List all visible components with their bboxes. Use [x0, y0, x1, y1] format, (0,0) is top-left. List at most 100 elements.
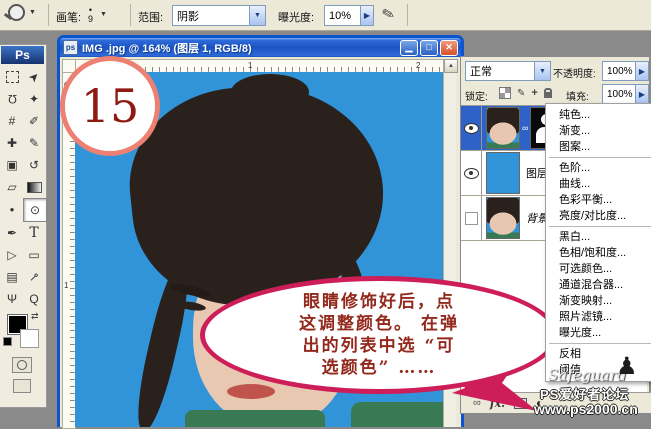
quick-mask-button[interactable] — [12, 357, 32, 373]
brush-size: 9 — [88, 15, 93, 24]
document-titlebar[interactable]: ps IMG .jpg @ 164% (图层 1, RGB/8) ▁ □ ✕ — [60, 38, 461, 57]
close-button[interactable]: ✕ — [440, 40, 458, 56]
tool-preset-button[interactable]: ▼ — [8, 4, 36, 21]
clone-stamp-tool[interactable]: ▣ — [1, 154, 23, 176]
range-select[interactable]: 阴影 ▼ — [172, 5, 266, 26]
menu-item-gradient-map[interactable]: 渐变映射... — [546, 293, 651, 309]
divider — [130, 4, 131, 26]
menu-item-pattern[interactable]: 图案... — [546, 139, 651, 155]
clone-stamp-icon: ▣ — [6, 158, 17, 172]
notes-icon: ▤ — [6, 270, 17, 284]
move-tool[interactable]: ➤ — [23, 66, 45, 88]
add-mask-icon[interactable] — [514, 398, 527, 409]
menu-item-photo-filter[interactable]: 照片滤镜... — [546, 309, 651, 325]
tutorial-speech-bubble: 眼睛修饰好后，点 这调整颜色。 在弹 出的列表中选 “可 选颜色” …… — [200, 276, 558, 394]
lock-paint-icon[interactable]: ✎ — [517, 88, 525, 99]
quick-mask-icon — [17, 360, 27, 370]
shape-tool[interactable]: ▭ — [23, 244, 45, 266]
options-bar: ▼ 画笔: • 9 ▼ 范围: 阴影 ▼ 曝光度: 10% ▶ ✎ — [0, 0, 651, 31]
ruler-number: 1 — [64, 281, 68, 290]
layer-thumbnail[interactable] — [486, 107, 520, 149]
menu-item-solid-color[interactable]: 纯色... — [546, 107, 651, 123]
lock-buttons: ✎ + — [499, 85, 552, 101]
brush-label: 画笔: — [56, 9, 81, 25]
menu-item-exposure[interactable]: 曝光度... — [546, 325, 651, 341]
blur-tool[interactable]: ● — [1, 198, 23, 220]
brush-icon: ✎ — [29, 136, 39, 150]
eraser-icon: ▱ — [7, 180, 16, 194]
lasso-tool[interactable]: Ω — [1, 88, 23, 110]
brush-tool[interactable]: ✎ — [23, 132, 45, 154]
dodge-icon: ⊙ — [30, 203, 40, 217]
watermark-brand: Safeguard — [548, 366, 627, 384]
visibility-cell[interactable] — [461, 196, 482, 240]
fill-value: 100% — [603, 89, 635, 100]
visibility-cell[interactable] — [461, 106, 482, 150]
healing-brush-tool[interactable]: ✚ — [1, 132, 23, 154]
airbrush-icon[interactable]: ✎ — [380, 4, 397, 25]
visibility-cell[interactable] — [461, 151, 482, 195]
swap-colors-icon[interactable]: ⇄ — [31, 311, 39, 322]
menu-item-levels[interactable]: 色阶... — [546, 160, 651, 176]
magic-wand-tool[interactable]: ✦ — [23, 88, 45, 110]
menu-separator — [549, 157, 651, 158]
pen-icon: ✒ — [7, 226, 17, 240]
menu-item-curves[interactable]: 曲线... — [546, 176, 651, 192]
layer-style-icon[interactable]: fx. — [490, 397, 505, 410]
menu-item-black-white[interactable]: 黑白... — [546, 229, 651, 245]
blend-mode-select[interactable]: 正常 ▼ — [465, 61, 551, 81]
minimize-button[interactable]: ▁ — [400, 40, 418, 56]
bubble-text-line: 出的列表中选 “可 — [303, 335, 456, 357]
step-number-badge: 15 — [60, 56, 160, 156]
background-color-swatch[interactable] — [20, 329, 39, 348]
opacity-field[interactable]: 100% ▶ — [602, 61, 649, 81]
layer-thumbnail[interactable] — [486, 152, 520, 194]
toolbox: Ps ➤ Ω ✦ # ✐ ✚ ✎ ▣ ↺ ▱ ● ⊙ ✒ T ▷ ▭ ▤ ⊸ Ψ… — [0, 44, 47, 408]
menu-item-gradient[interactable]: 渐变... — [546, 123, 651, 139]
fill-field[interactable]: 100% ▶ — [602, 84, 649, 104]
document-icon: ps — [63, 40, 78, 55]
rectangular-marquee-tool[interactable] — [1, 66, 23, 88]
menu-item-selective-color[interactable]: 可选颜色... — [546, 261, 651, 277]
lock-position-icon[interactable]: + — [531, 87, 537, 99]
maximize-button[interactable]: □ — [420, 40, 438, 56]
notes-tool[interactable]: ▤ — [1, 266, 23, 288]
chevron-down-icon: ▼ — [534, 62, 550, 80]
spinner-arrow-icon: ▶ — [635, 85, 648, 103]
history-brush-tool[interactable]: ↺ — [23, 154, 45, 176]
menu-item-color-balance[interactable]: 色彩平衡... — [546, 192, 651, 208]
link-layers-icon[interactable]: ∞ — [473, 397, 481, 409]
lock-transparency-icon[interactable] — [499, 87, 511, 99]
gradient-tool[interactable] — [23, 176, 45, 198]
menu-item-channel-mixer[interactable]: 通道混合器... — [546, 277, 651, 293]
divider — [48, 4, 49, 26]
menu-separator — [549, 343, 651, 344]
pen-tool[interactable]: ✒ — [1, 222, 23, 244]
type-tool[interactable]: T — [23, 222, 45, 244]
adjustment-layer-menu: 纯色... 渐变... 图案... 色阶... 曲线... 色彩平衡... 亮度… — [545, 103, 651, 382]
crop-tool[interactable]: # — [1, 110, 23, 132]
hand-tool[interactable]: Ψ — [1, 288, 23, 310]
eyedropper-icon: ⊸ — [25, 268, 42, 285]
brush-preset-picker[interactable]: • 9 ▼ — [88, 2, 122, 27]
lock-all-icon[interactable] — [544, 92, 552, 98]
scroll-up-icon[interactable]: ▲ — [444, 59, 458, 73]
path-selection-icon: ▷ — [7, 248, 16, 262]
dodge-tool[interactable]: ⊙ — [23, 198, 47, 222]
crop-icon: # — [9, 114, 16, 128]
layer-thumbnail[interactable] — [486, 197, 520, 239]
exposure-field[interactable]: 10% ▶ — [324, 5, 374, 26]
slice-tool[interactable]: ✐ — [23, 110, 45, 132]
gradient-icon — [27, 182, 42, 193]
default-colors-icon[interactable] — [3, 337, 12, 346]
eraser-tool[interactable]: ▱ — [1, 176, 23, 198]
history-brush-icon: ↺ — [29, 158, 39, 172]
path-selection-tool[interactable]: ▷ — [1, 244, 23, 266]
spinner-arrow-icon: ▶ — [635, 62, 648, 80]
menu-item-brightness-contrast[interactable]: 亮度/对比度... — [546, 208, 651, 224]
zoom-tool[interactable]: Q — [23, 288, 45, 310]
screen-mode-button[interactable] — [13, 379, 31, 393]
menu-item-hue-saturation[interactable]: 色相/饱和度... — [546, 245, 651, 261]
magic-wand-icon: ✦ — [29, 92, 39, 106]
eyedropper-tool[interactable]: ⊸ — [23, 266, 45, 288]
